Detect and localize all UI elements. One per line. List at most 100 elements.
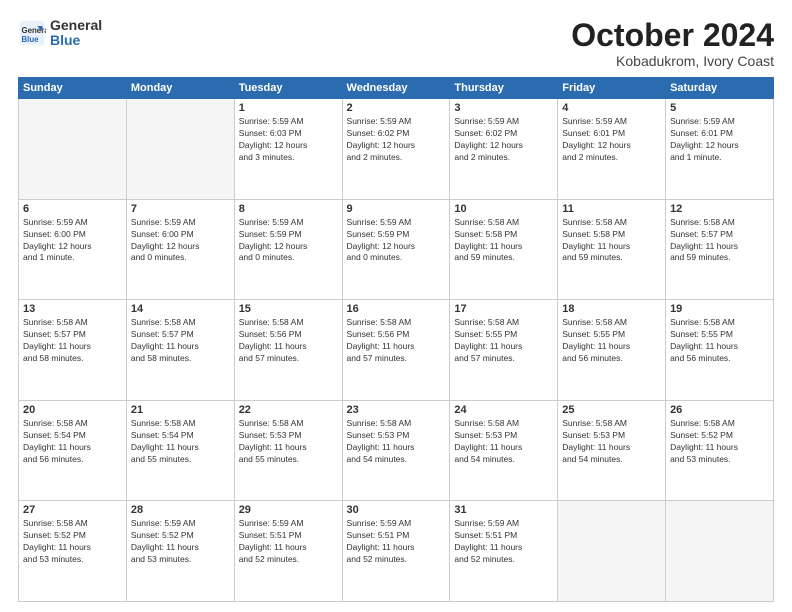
day-info: Sunrise: 5:58 AM Sunset: 5:53 PM Dayligh…	[347, 418, 446, 466]
col-thursday: Thursday	[450, 78, 558, 99]
day-info: Sunrise: 5:59 AM Sunset: 6:00 PM Dayligh…	[23, 217, 122, 265]
day-number: 26	[670, 404, 769, 416]
col-monday: Monday	[126, 78, 234, 99]
day-number: 4	[562, 102, 661, 114]
col-saturday: Saturday	[666, 78, 774, 99]
main-title: October 2024	[571, 18, 774, 53]
logo-text: General Blue	[50, 18, 102, 49]
cell-w1-d2	[126, 99, 234, 200]
cell-w3-d5: 17 Sunrise: 5:58 AM Sunset: 5:55 PM Dayli…	[450, 300, 558, 401]
day-info: Sunrise: 5:59 AM Sunset: 6:02 PM Dayligh…	[454, 116, 553, 164]
day-number: 29	[239, 504, 338, 516]
day-number: 5	[670, 102, 769, 114]
week-row-5: 27 Sunrise: 5:58 AM Sunset: 5:52 PM Dayli…	[19, 501, 774, 602]
cell-w4-d3: 22Sunrise: 5:58 AM Sunset: 5:53 PM Dayli…	[234, 400, 342, 501]
cell-w5-d2: 28 Sunrise: 5:59 AM Sunset: 5:52 PM Dayli…	[126, 501, 234, 602]
cell-w1-d4: 2 Sunrise: 5:59 AM Sunset: 6:02 PM Daylig…	[342, 99, 450, 200]
cell-w1-d3: 1 Sunrise: 5:59 AM Sunset: 6:03 PM Daylig…	[234, 99, 342, 200]
cell-w2-d2: 7 Sunrise: 5:59 AM Sunset: 6:00 PM Daylig…	[126, 199, 234, 300]
cell-w5-d3: 29 Sunrise: 5:59 AM Sunset: 5:51 PM Dayli…	[234, 501, 342, 602]
cell-w2-d7: 12 Sunrise: 5:58 AM Sunset: 5:57 PM Dayli…	[666, 199, 774, 300]
cell-w1-d1	[19, 99, 127, 200]
day-info: Sunrise: 5:58 AM Sunset: 5:55 PM Dayligh…	[670, 317, 769, 365]
day-number: 9	[347, 203, 446, 215]
day-number: 22	[239, 404, 338, 416]
week-row-3: 13 Sunrise: 5:58 AM Sunset: 5:57 PM Dayli…	[19, 300, 774, 401]
cell-w4-d4: 23 Sunrise: 5:58 AM Sunset: 5:53 PM Dayli…	[342, 400, 450, 501]
day-info: Sunrise: 5:59 AM Sunset: 5:52 PM Dayligh…	[131, 518, 230, 566]
day-info: Sunrise: 5:58 AM Sunset: 5:55 PM Dayligh…	[562, 317, 661, 365]
day-number: 28	[131, 504, 230, 516]
day-number: 24	[454, 404, 553, 416]
cell-w1-d6: 4 Sunrise: 5:59 AM Sunset: 6:01 PM Daylig…	[558, 99, 666, 200]
day-number: 19	[670, 303, 769, 315]
day-info: Sunrise: 5:58 AM Sunset: 5:58 PM Dayligh…	[562, 217, 661, 265]
col-friday: Friday	[558, 78, 666, 99]
cell-w3-d2: 14 Sunrise: 5:58 AM Sunset: 5:57 PM Dayli…	[126, 300, 234, 401]
cell-w2-d6: 11Sunrise: 5:58 AM Sunset: 5:58 PM Dayli…	[558, 199, 666, 300]
day-number: 23	[347, 404, 446, 416]
logo-blue-text: Blue	[50, 33, 102, 48]
cell-w1-d7: 5Sunrise: 5:59 AM Sunset: 6:01 PM Daylig…	[666, 99, 774, 200]
day-info: Sunrise: 5:58 AM Sunset: 5:57 PM Dayligh…	[131, 317, 230, 365]
day-number: 14	[131, 303, 230, 315]
cell-w5-d4: 30 Sunrise: 5:59 AM Sunset: 5:51 PM Dayli…	[342, 501, 450, 602]
svg-text:Blue: Blue	[22, 35, 40, 44]
subtitle: Kobadukrom, Ivory Coast	[571, 53, 774, 69]
day-info: Sunrise: 5:58 AM Sunset: 5:54 PM Dayligh…	[131, 418, 230, 466]
day-info: Sunrise: 5:59 AM Sunset: 5:51 PM Dayligh…	[347, 518, 446, 566]
col-tuesday: Tuesday	[234, 78, 342, 99]
day-info: Sunrise: 5:59 AM Sunset: 6:01 PM Dayligh…	[562, 116, 661, 164]
day-info: Sunrise: 5:59 AM Sunset: 6:02 PM Dayligh…	[347, 116, 446, 164]
week-row-2: 6Sunrise: 5:59 AM Sunset: 6:00 PM Daylig…	[19, 199, 774, 300]
cell-w5-d1: 27 Sunrise: 5:58 AM Sunset: 5:52 PM Dayli…	[19, 501, 127, 602]
header: General Blue General Blue October 2024 K…	[18, 18, 774, 69]
title-block: October 2024 Kobadukrom, Ivory Coast	[571, 18, 774, 69]
cell-w3-d3: 15 Sunrise: 5:58 AM Sunset: 5:56 PM Dayli…	[234, 300, 342, 401]
day-number: 2	[347, 102, 446, 114]
day-number: 15	[239, 303, 338, 315]
week-row-1: 1 Sunrise: 5:59 AM Sunset: 6:03 PM Daylig…	[19, 99, 774, 200]
day-info: Sunrise: 5:58 AM Sunset: 5:52 PM Dayligh…	[23, 518, 122, 566]
cell-w4-d5: 24Sunrise: 5:58 AM Sunset: 5:53 PM Dayli…	[450, 400, 558, 501]
cell-w5-d5: 31 Sunrise: 5:59 AM Sunset: 5:51 PM Dayli…	[450, 501, 558, 602]
day-number: 31	[454, 504, 553, 516]
day-number: 18	[562, 303, 661, 315]
cell-w2-d5: 10Sunrise: 5:58 AM Sunset: 5:58 PM Dayli…	[450, 199, 558, 300]
day-info: Sunrise: 5:58 AM Sunset: 5:56 PM Dayligh…	[347, 317, 446, 365]
day-number: 7	[131, 203, 230, 215]
day-number: 3	[454, 102, 553, 114]
cell-w3-d7: 19 Sunrise: 5:58 AM Sunset: 5:55 PM Dayli…	[666, 300, 774, 401]
day-number: 16	[347, 303, 446, 315]
day-number: 8	[239, 203, 338, 215]
day-info: Sunrise: 5:58 AM Sunset: 5:54 PM Dayligh…	[23, 418, 122, 466]
cell-w4-d1: 20Sunrise: 5:58 AM Sunset: 5:54 PM Dayli…	[19, 400, 127, 501]
cell-w4-d6: 25Sunrise: 5:58 AM Sunset: 5:53 PM Dayli…	[558, 400, 666, 501]
day-info: Sunrise: 5:58 AM Sunset: 5:55 PM Dayligh…	[454, 317, 553, 365]
cell-w2-d1: 6Sunrise: 5:59 AM Sunset: 6:00 PM Daylig…	[19, 199, 127, 300]
day-info: Sunrise: 5:59 AM Sunset: 6:00 PM Dayligh…	[131, 217, 230, 265]
calendar-page: General Blue General Blue October 2024 K…	[0, 0, 792, 612]
logo: General Blue General Blue	[18, 18, 102, 49]
day-number: 1	[239, 102, 338, 114]
day-number: 21	[131, 404, 230, 416]
day-number: 17	[454, 303, 553, 315]
day-info: Sunrise: 5:59 AM Sunset: 6:03 PM Dayligh…	[239, 116, 338, 164]
col-wednesday: Wednesday	[342, 78, 450, 99]
day-number: 10	[454, 203, 553, 215]
day-number: 30	[347, 504, 446, 516]
day-number: 12	[670, 203, 769, 215]
logo-icon: General Blue	[18, 19, 46, 47]
day-number: 13	[23, 303, 122, 315]
day-info: Sunrise: 5:59 AM Sunset: 5:59 PM Dayligh…	[347, 217, 446, 265]
day-info: Sunrise: 5:58 AM Sunset: 5:56 PM Dayligh…	[239, 317, 338, 365]
cell-w5-d7	[666, 501, 774, 602]
day-info: Sunrise: 5:59 AM Sunset: 5:59 PM Dayligh…	[239, 217, 338, 265]
day-info: Sunrise: 5:59 AM Sunset: 5:51 PM Dayligh…	[454, 518, 553, 566]
week-row-4: 20Sunrise: 5:58 AM Sunset: 5:54 PM Dayli…	[19, 400, 774, 501]
cell-w2-d3: 8 Sunrise: 5:59 AM Sunset: 5:59 PM Daylig…	[234, 199, 342, 300]
day-info: Sunrise: 5:58 AM Sunset: 5:57 PM Dayligh…	[670, 217, 769, 265]
day-number: 27	[23, 504, 122, 516]
cell-w4-d2: 21 Sunrise: 5:58 AM Sunset: 5:54 PM Dayli…	[126, 400, 234, 501]
day-info: Sunrise: 5:59 AM Sunset: 5:51 PM Dayligh…	[239, 518, 338, 566]
